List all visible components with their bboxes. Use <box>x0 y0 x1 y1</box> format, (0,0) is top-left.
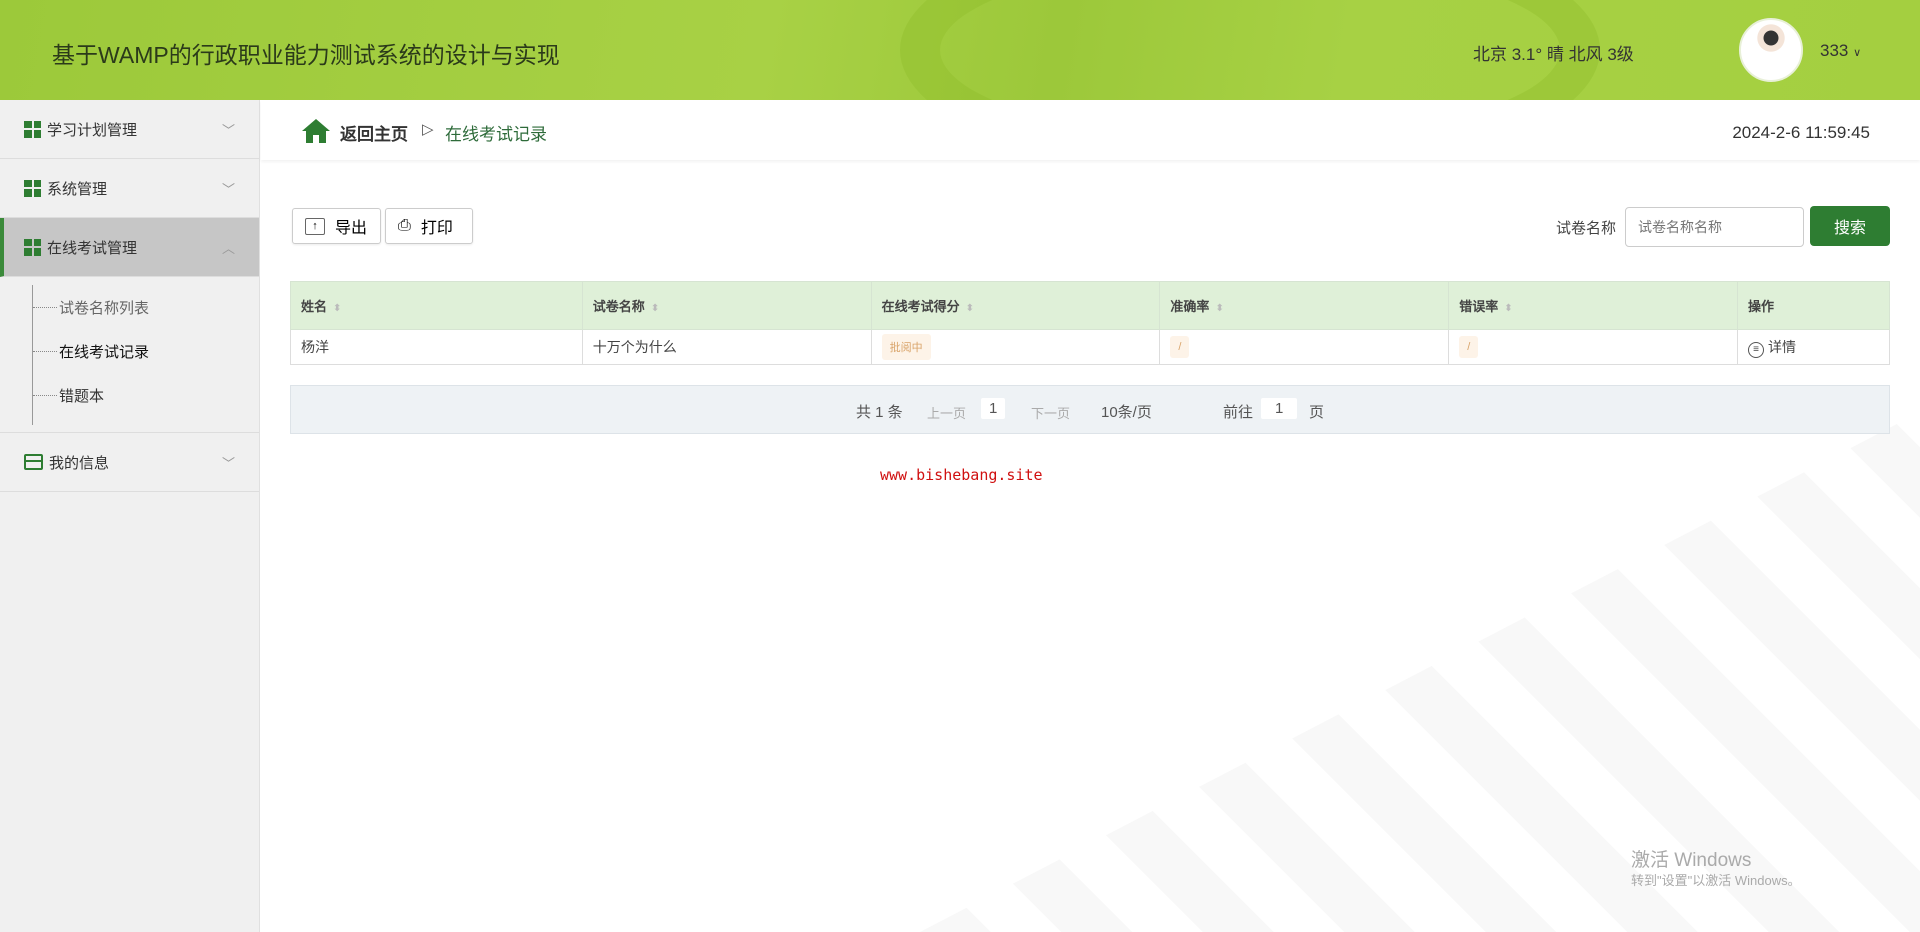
windows-activation-text: 转到"设置"以激活 Windows。 <box>1631 873 1801 888</box>
chevron-down-icon: ﹀ <box>221 455 235 471</box>
total-count: 共 1 条 <box>856 404 903 421</box>
table-header: 姓名 ⬍ 试卷名称 ⬍ 在线考试得分 ⬍ 准确率 ⬍ 错误率 ⬍ 操作 <box>290 281 1890 330</box>
search-label: 试卷名称 <box>1556 220 1617 237</box>
folder-upload-icon: ↑ <box>305 217 325 235</box>
username: 333 <box>1820 41 1849 60</box>
sort-icon: ⬍ <box>1215 303 1224 314</box>
submenu: 试卷名称列表 在线考试记录 错题本 <box>0 277 259 433</box>
breadcrumb-separator: ▷ <box>422 121 434 138</box>
goto-page-input[interactable]: 1 <box>1261 398 1298 419</box>
background-decoration <box>920 412 1920 932</box>
sidebar-item-system[interactable]: 系统管理 ﹀ <box>0 159 259 218</box>
app-title: 基于WAMP的行政职业能力测试系统的设计与实现 <box>52 42 560 68</box>
menu-label: 在线考试管理 <box>47 239 138 257</box>
grid-icon <box>24 179 41 197</box>
breadcrumb-current: 在线考试记录 <box>445 125 547 144</box>
weather-info: 北京 3.1° 晴 北风 3级 <box>1473 45 1634 64</box>
page-1[interactable]: 1 <box>981 398 1006 419</box>
col-error[interactable]: 错误率 ⬍ <box>1448 281 1739 330</box>
sidebar: 学习计划管理 ﹀ 系统管理 ﹀ 在线考试管理 ︿ 试卷名称列表 在线考试记录 错题本 … <box>0 100 260 932</box>
search-input[interactable] <box>1625 207 1804 247</box>
submenu-paper-list[interactable]: 试卷名称列表 <box>33 297 149 318</box>
print-label: 打印 <box>420 220 453 237</box>
detail-label: 详情 <box>1768 338 1797 355</box>
export-label: 导出 <box>335 220 368 237</box>
sidebar-item-my-info[interactable]: 我的信息 ﹀ <box>0 433 259 492</box>
pagination: 共 1 条 上一页 1 下一页 10条/页 前往 1 页 <box>290 385 1890 434</box>
table-row: 杨洋 十万个为什么 批阅中 / / ≡ 详情 <box>290 329 1890 365</box>
sort-icon: ⬍ <box>650 303 660 314</box>
chevron-down-icon: ∨ <box>1853 47 1862 59</box>
export-button[interactable]: ↑ 导出 <box>292 208 381 244</box>
cell-error: / <box>1459 336 1479 358</box>
chevron-down-icon: ﹀ <box>221 181 235 197</box>
page-size-select[interactable]: 10条/页 <box>1101 401 1152 422</box>
print-button[interactable]: ⎙ 打印 <box>385 208 473 244</box>
submenu-wrong-book[interactable]: 错题本 <box>33 385 104 406</box>
detail-button[interactable]: ≡ 详情 <box>1737 329 1890 365</box>
menu-label: 学习计划管理 <box>47 121 138 139</box>
col-name[interactable]: 姓名 ⬍ <box>290 281 583 330</box>
col-accuracy[interactable]: 准确率 ⬍ <box>1159 281 1450 330</box>
search-detail-icon: ≡ <box>1748 341 1765 358</box>
col-actions: 操作 <box>1737 281 1890 330</box>
sidebar-item-online-exam[interactable]: 在线考试管理 ︿ <box>0 218 259 277</box>
cell-accuracy: / <box>1170 336 1190 358</box>
menu-label: 我的信息 <box>49 454 110 472</box>
wallet-icon <box>24 454 43 470</box>
submenu-exam-records[interactable]: 在线考试记录 <box>33 341 149 362</box>
goto-label: 前往 <box>1223 404 1254 421</box>
menu-label: 系统管理 <box>47 180 108 198</box>
current-datetime: 2024-2-6 11:59:45 <box>1732 123 1870 142</box>
cell-paper: 十万个为什么 <box>581 329 872 365</box>
breadcrumb: 返回主页 ▷ 在线考试记录 2024-2-6 11:59:45 <box>261 100 1920 160</box>
windows-activation-title: 激活 Windows <box>1631 850 1752 871</box>
grid-icon <box>24 238 41 256</box>
cell-name: 杨洋 <box>290 329 583 365</box>
sort-icon: ⬍ <box>1504 303 1513 314</box>
search-button[interactable]: 搜索 <box>1810 206 1890 246</box>
col-score[interactable]: 在线考试得分 ⬍ <box>870 281 1161 330</box>
sort-icon: ⬍ <box>333 303 342 314</box>
next-page-button[interactable]: 下一页 <box>1031 403 1070 422</box>
chevron-down-icon: ﹀ <box>221 122 235 138</box>
breadcrumb-home[interactable]: 返回主页 <box>340 120 408 145</box>
page-unit: 页 <box>1309 404 1325 421</box>
avatar[interactable] <box>1739 18 1803 82</box>
grid-icon <box>24 120 41 138</box>
watermark: www.bishebang.site <box>880 466 1043 484</box>
sidebar-item-study-plan[interactable]: 学习计划管理 ﹀ <box>0 100 259 159</box>
printer-icon: ⎙ <box>398 217 411 234</box>
home-icon[interactable] <box>301 118 331 144</box>
prev-page-button[interactable]: 上一页 <box>927 403 966 422</box>
sort-icon: ⬍ <box>965 303 975 314</box>
records-table: 姓名 ⬍ 试卷名称 ⬍ 在线考试得分 ⬍ 准确率 ⬍ 错误率 ⬍ 操作 杨洋 十万个为什么… <box>290 281 1890 365</box>
status-badge: 批阅中 <box>881 334 931 360</box>
chevron-up-icon: ︿ <box>221 240 235 256</box>
user-menu[interactable]: 333 ∨ <box>1820 41 1861 61</box>
top-header: 基于WAMP的行政职业能力测试系统的设计与实现 北京 3.1° 晴 北风 3级 … <box>0 0 1920 100</box>
col-paper[interactable]: 试卷名称 ⬍ <box>581 281 872 330</box>
